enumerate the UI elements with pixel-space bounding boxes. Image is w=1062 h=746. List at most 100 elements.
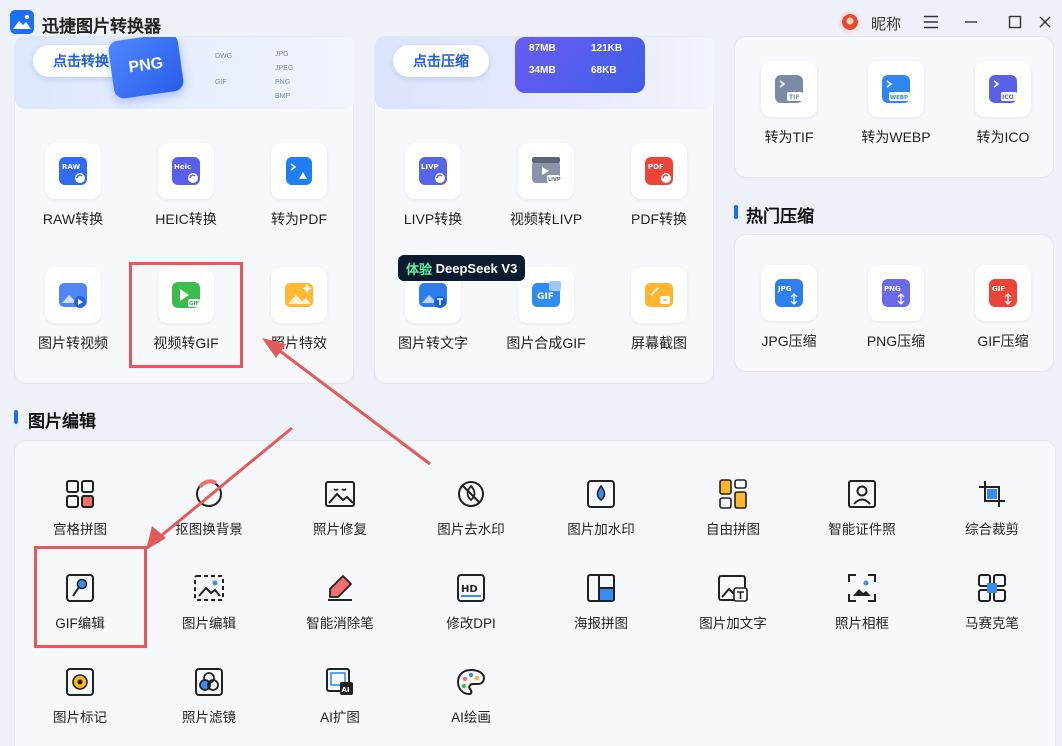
tif-icon: TIF bbox=[775, 75, 803, 103]
photo-filter-icon bbox=[195, 668, 223, 696]
jpg-compress-icon: JPG bbox=[775, 279, 803, 307]
edit-free-collage[interactable]: 自由拼图 bbox=[678, 477, 788, 538]
image-to-video-icon bbox=[59, 283, 87, 308]
pdf-icon: PDF bbox=[645, 157, 673, 185]
compress-banner[interactable]: 点击压缩 87MB 121KB 34MB 68KB bbox=[375, 37, 715, 109]
hot-compress-marker bbox=[734, 205, 738, 219]
hot-compress-panel: JPG JPG压缩 PNG PNG压缩 GIF GIF压缩 bbox=[734, 234, 1054, 372]
image-mark-icon bbox=[66, 668, 94, 696]
add-text-icon bbox=[718, 575, 748, 602]
tool-livp[interactable]: LIVP LIVP转换 bbox=[378, 143, 488, 229]
user-avatar[interactable] bbox=[838, 10, 862, 34]
ico-icon: ICO bbox=[989, 75, 1017, 103]
edit-image[interactable]: 图片编辑 bbox=[154, 571, 264, 632]
app-title: 迅捷图片转换器 bbox=[42, 17, 161, 36]
close-button[interactable] bbox=[1032, 10, 1058, 34]
compress-button[interactable]: 点击压缩 bbox=[393, 45, 489, 77]
edit-mosaic[interactable]: 马赛克笔 bbox=[937, 571, 1047, 632]
format-jpg: JPG bbox=[275, 51, 289, 58]
close-icon bbox=[1039, 16, 1051, 28]
edit-ai-expand[interactable]: AI AI扩图 bbox=[285, 665, 395, 726]
maximize-button[interactable] bbox=[1002, 10, 1028, 34]
edit-remove-watermark[interactable]: 图片去水印 bbox=[416, 477, 526, 538]
remove-watermark-icon bbox=[458, 481, 484, 507]
tool-screenshot[interactable]: 屏幕截图 bbox=[604, 267, 714, 353]
ai-expand-icon: AI bbox=[326, 668, 353, 695]
grid-collage-icon bbox=[66, 480, 94, 508]
image-edit-icon bbox=[194, 575, 224, 601]
tool-raw[interactable]: RAW RAW转换 bbox=[18, 143, 128, 229]
tool-to-ico[interactable]: ICO 转为ICO bbox=[948, 61, 1058, 147]
edit-photo-frame[interactable]: 照片相框 bbox=[807, 571, 917, 632]
tool-jpg-compress[interactable]: JPG JPG压缩 bbox=[734, 265, 844, 351]
edit-crop[interactable]: 综合裁剪 bbox=[937, 477, 1047, 538]
size-after-2: 68KB bbox=[591, 65, 617, 76]
gif-compress-icon: GIF bbox=[989, 279, 1017, 307]
tool-to-webp[interactable]: WEBP 转为WEBP bbox=[841, 61, 951, 147]
crop-icon bbox=[979, 481, 1005, 507]
tool-png-compress[interactable]: PNG PNG压缩 bbox=[841, 265, 951, 351]
compose-gif-icon: GIF bbox=[532, 281, 561, 307]
svg-text:JPG: JPG bbox=[777, 285, 792, 293]
tool-to-tif[interactable]: TIF 转为TIF bbox=[734, 61, 844, 147]
svg-text:LIVP: LIVP bbox=[548, 177, 561, 183]
webp-icon: WEBP bbox=[882, 75, 910, 103]
edit-image-mark[interactable]: 图片标记 bbox=[25, 665, 135, 726]
edit-ai-paint[interactable]: AI绘画 bbox=[416, 665, 526, 726]
edit-cutout-background[interactable]: 抠图换背景 bbox=[154, 477, 264, 538]
tool-to-pdf[interactable]: 转为PDF bbox=[244, 143, 354, 229]
size-before-1: 87MB bbox=[529, 43, 556, 54]
maximize-icon bbox=[1008, 15, 1022, 29]
add-watermark-icon bbox=[587, 480, 615, 508]
format-jpeg: JPEG bbox=[275, 65, 294, 72]
svg-text:PDF: PDF bbox=[648, 163, 664, 171]
tool-video-to-livp[interactable]: LIVP 视频转LIVP bbox=[491, 143, 601, 229]
menu-button[interactable] bbox=[918, 10, 944, 34]
png-badge: PNG bbox=[107, 37, 185, 100]
svg-text:GIF: GIF bbox=[992, 285, 1005, 293]
compress-button-label: 点击压缩 bbox=[413, 53, 469, 69]
format-dwg: DWG bbox=[215, 53, 233, 60]
svg-text:LIVP: LIVP bbox=[421, 163, 439, 171]
edit-id-photo[interactable]: 智能证件照 bbox=[807, 477, 917, 538]
svg-text:PNG: PNG bbox=[884, 285, 901, 293]
compress-panel: 点击压缩 87MB 121KB 34MB 68KB LIVP LIVP转换 LI… bbox=[374, 36, 715, 384]
image-edit-panel: 宫格拼图 抠图换背景 照片修复 图片去水印 图片加水印 自由拼图 智能证件照 综… bbox=[14, 440, 1056, 746]
tool-image-to-video[interactable]: 图片转视频 bbox=[18, 267, 128, 353]
screenshot-icon bbox=[645, 283, 673, 307]
image-to-text-icon bbox=[419, 283, 447, 308]
free-collage-icon bbox=[719, 479, 747, 509]
edit-add-watermark[interactable]: 图片加水印 bbox=[546, 477, 656, 538]
svg-text:WEBP: WEBP bbox=[890, 95, 908, 101]
edit-photo-filter[interactable]: 照片滤镜 bbox=[154, 665, 264, 726]
user-name[interactable]: 昵称 bbox=[871, 13, 901, 34]
format-bmp: BMP bbox=[275, 93, 291, 100]
poster-collage-icon bbox=[587, 574, 615, 602]
svg-text:RAW: RAW bbox=[62, 163, 80, 171]
cutout-background-icon bbox=[196, 479, 222, 507]
edit-grid-collage[interactable]: 宫格拼图 bbox=[25, 477, 135, 538]
tool-heic[interactable]: Heic HEIC转换 bbox=[131, 143, 241, 229]
size-after-1: 121KB bbox=[591, 43, 623, 54]
minimize-button[interactable] bbox=[958, 10, 984, 34]
tool-gif-compress[interactable]: GIF GIF压缩 bbox=[948, 265, 1058, 351]
deepseek-badge[interactable]: 体验 DeepSeek V3 bbox=[398, 255, 526, 281]
tool-pdf[interactable]: PDF PDF转换 bbox=[604, 143, 714, 229]
minimize-icon bbox=[965, 21, 977, 23]
hamburger-icon bbox=[924, 15, 938, 29]
svg-text:AI: AI bbox=[342, 686, 350, 694]
dpi-icon: HD bbox=[457, 574, 485, 602]
png-compress-icon: PNG bbox=[882, 279, 910, 307]
svg-text:Heic: Heic bbox=[174, 163, 191, 171]
svg-text:HD: HD bbox=[461, 584, 478, 595]
tool-photo-effects[interactable]: 照片特效 bbox=[244, 267, 354, 353]
svg-text:GIF: GIF bbox=[537, 292, 554, 302]
highlight-gif-edit bbox=[34, 546, 147, 648]
edit-photo-repair[interactable]: 照片修复 bbox=[285, 477, 395, 538]
format-list: DWG JPG JPEG GIF PNG BMP bbox=[205, 47, 345, 107]
convert-banner[interactable]: 点击转换 PNG DWG JPG JPEG GIF PNG BMP bbox=[15, 37, 355, 109]
edit-dpi[interactable]: HD 修改DPI bbox=[416, 571, 526, 632]
edit-poster-collage[interactable]: 海报拼图 bbox=[546, 571, 656, 632]
edit-eraser-pen[interactable]: 智能消除笔 bbox=[285, 571, 395, 632]
edit-add-text[interactable]: 图片加文字 bbox=[678, 571, 788, 632]
